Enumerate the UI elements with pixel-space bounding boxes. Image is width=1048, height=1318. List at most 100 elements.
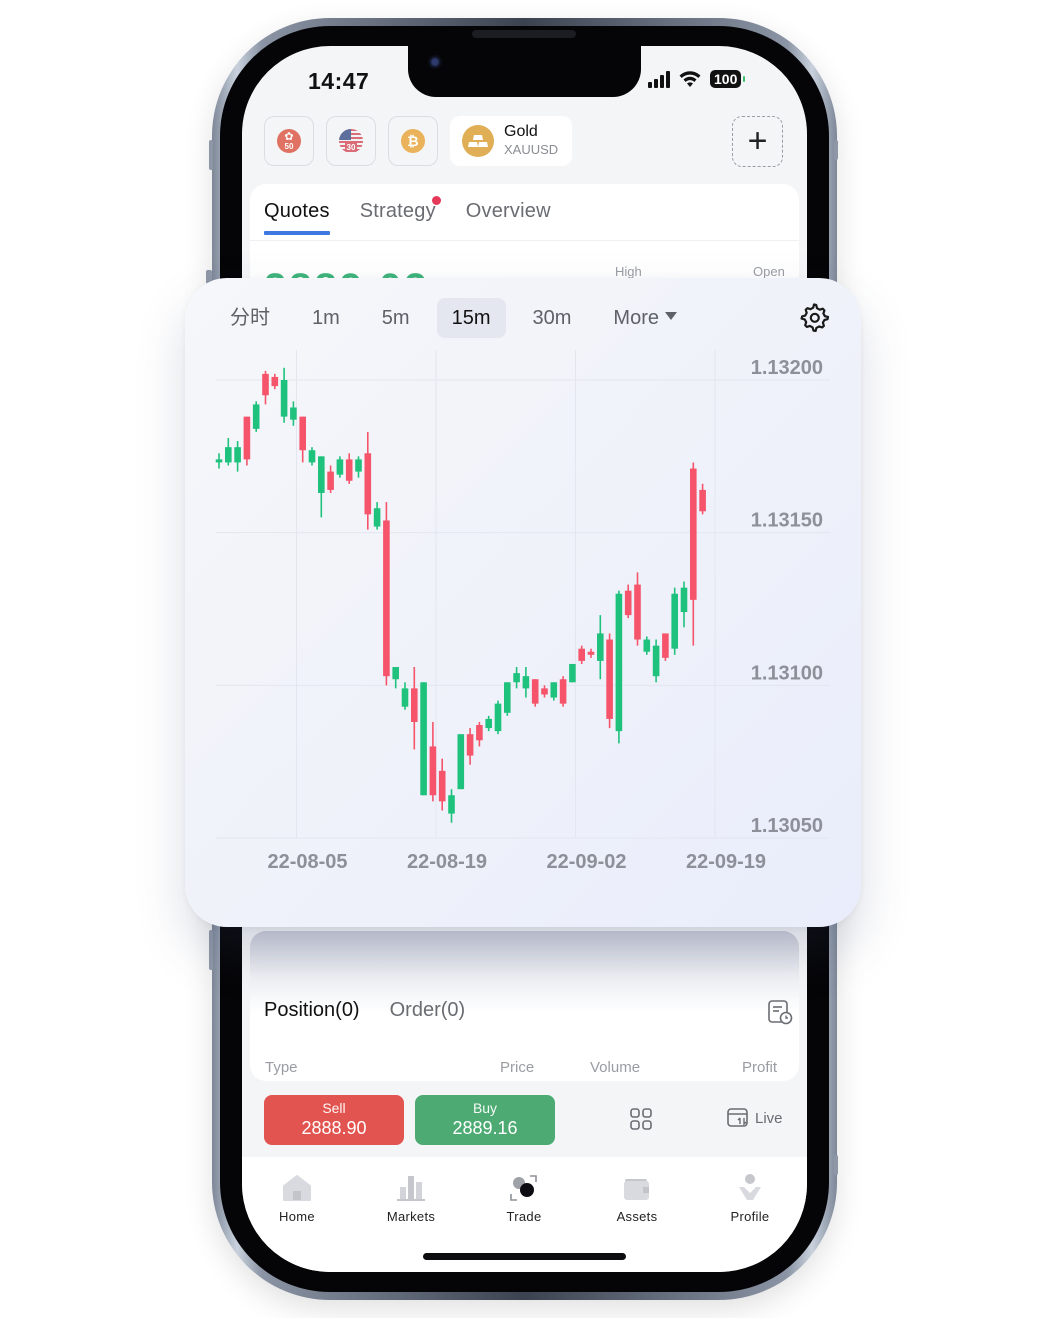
y-tick-label: 1.13100 [751, 662, 823, 684]
tab-overview[interactable]: Overview [466, 200, 551, 235]
notification-dot [431, 196, 441, 205]
period-30m[interactable]: 30m [518, 298, 587, 338]
column-price: Price [500, 1059, 535, 1076]
tab-order[interactable]: Order(0) [390, 999, 466, 1022]
candle-body [234, 447, 241, 463]
nav-trade-label: Trade [506, 1209, 542, 1224]
candle-body [252, 404, 260, 429]
grid-menu-icon[interactable] [630, 1108, 652, 1130]
candle [541, 685, 548, 698]
candle [336, 456, 344, 478]
nav-trade[interactable]: Trade [479, 1167, 569, 1224]
candle [634, 572, 641, 646]
live-account-button[interactable]: Live [727, 1108, 783, 1128]
candlestick-chart[interactable]: 1.13200 1.13150 1.13100 1.13050 22-08-05 22-0… [185, 278, 861, 927]
status-icons: 100 [648, 70, 746, 88]
candle [308, 447, 316, 466]
sell-button[interactable]: Sell 2888.90 [264, 1095, 404, 1145]
home-icon [283, 1175, 311, 1201]
order-history-icon[interactable] [767, 999, 793, 1025]
candle-body [587, 651, 595, 655]
candle-body [429, 746, 437, 796]
hk-flag-icon: ✿ 50 [277, 129, 301, 153]
side-button [834, 140, 838, 160]
candle-body [448, 795, 455, 814]
candle-body [513, 673, 520, 683]
period-15m[interactable]: 15m [436, 298, 506, 338]
tab-position[interactable]: Position(0) [264, 999, 360, 1022]
side-button [209, 930, 213, 970]
candle [355, 456, 362, 478]
wallet-icon [624, 1179, 649, 1200]
candle [606, 633, 613, 729]
candle [690, 462, 697, 646]
candle [234, 441, 241, 472]
candle-body [615, 593, 623, 732]
candle-body [215, 459, 223, 463]
candle-body [355, 459, 362, 472]
buy-button[interactable]: Buy 2889.16 [415, 1095, 555, 1145]
candle [559, 676, 567, 707]
main-tabs: Quotes Strategy Overview [264, 196, 551, 235]
candle-body [680, 587, 688, 613]
candle-body [345, 459, 353, 481]
add-instrument-button[interactable]: + [732, 116, 783, 167]
us-flag-icon: 30 [339, 129, 363, 153]
candle-body [336, 459, 344, 475]
candle-body [662, 633, 669, 658]
buy-price: 2889.16 [452, 1118, 518, 1138]
nav-markets-label: Markets [386, 1209, 436, 1224]
nav-profile[interactable]: Profile [705, 1167, 795, 1224]
candle [252, 401, 260, 432]
instrument-hk50[interactable]: ✿ 50 [264, 116, 314, 166]
markets-icon [397, 1176, 425, 1201]
candle [438, 758, 446, 811]
buy-label: Buy [472, 1100, 498, 1116]
tab-quotes[interactable]: Quotes [264, 200, 330, 235]
instrument-gold-active[interactable]: Gold XAUUSD [450, 116, 573, 166]
candle-body [262, 373, 269, 396]
sell-price: 2888.90 [301, 1118, 367, 1138]
tabs-divider [250, 240, 799, 241]
candle-body [504, 682, 511, 713]
tab-strategy[interactable]: Strategy [360, 196, 441, 235]
positions-panel: Position(0) Order(0) Type Price Volume P… [250, 931, 799, 1081]
status-time: 14:47 [308, 68, 370, 94]
candle-body [531, 679, 539, 704]
nav-home[interactable]: Home [252, 1167, 342, 1224]
candle [373, 502, 381, 530]
open-label: Open [753, 264, 785, 279]
period-1m[interactable]: 1m [297, 298, 355, 338]
candle-body [559, 679, 567, 704]
x-tick-label: 22-09-02 [546, 851, 626, 873]
instrument-bitcoin[interactable]: ₿ [388, 116, 438, 166]
nav-assets[interactable]: Assets [592, 1167, 682, 1224]
candle-body [569, 663, 576, 683]
column-volume: Volume [590, 1059, 641, 1076]
period-timeshare[interactable]: 分时 [215, 298, 285, 338]
candle [578, 645, 585, 664]
candle-body [383, 520, 390, 677]
period-selector: 分时 1m 5m 15m 30m More [215, 298, 704, 338]
chart-card: 1.13200 1.13150 1.13100 1.13050 22-08-05 22-0… [185, 278, 861, 927]
candle-body [243, 416, 251, 460]
candle [364, 431, 372, 530]
candle [550, 682, 558, 701]
gear-icon[interactable] [799, 302, 829, 332]
candle-body [271, 376, 279, 387]
candle [411, 667, 418, 750]
instrument-us30[interactable]: 30 [326, 116, 376, 166]
candle-body [690, 468, 697, 600]
period-more-dropdown[interactable]: More [598, 298, 692, 338]
candle-body [634, 584, 641, 640]
wifi-icon [679, 71, 701, 87]
candle [652, 639, 660, 683]
candle [383, 502, 390, 686]
period-5m[interactable]: 5m [367, 298, 425, 338]
candle-body [671, 593, 678, 649]
x-tick-label: 22-08-19 [407, 851, 487, 873]
candle [587, 648, 595, 658]
nav-markets[interactable]: Markets [366, 1167, 456, 1224]
candle [262, 370, 269, 405]
instrument-code: XAUUSD [504, 142, 559, 157]
